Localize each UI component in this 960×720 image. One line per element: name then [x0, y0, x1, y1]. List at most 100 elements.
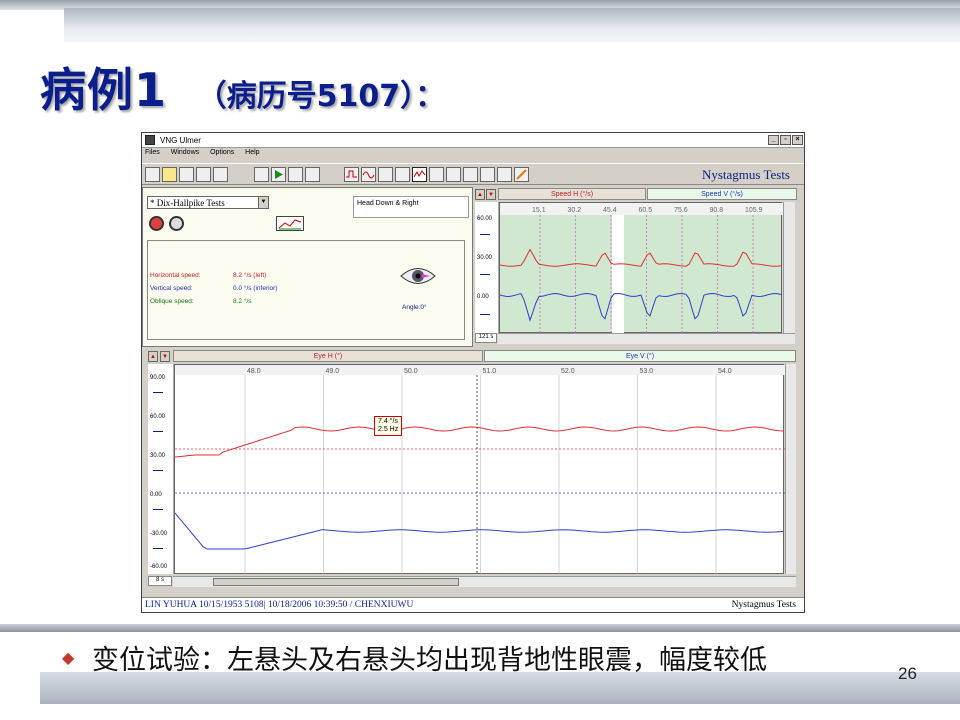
- minimize-button[interactable]: _: [768, 135, 779, 145]
- upper-xtick-label: 90.8: [710, 207, 724, 214]
- test-select[interactable]: * Dix-Hallpike Tests ▼: [147, 196, 269, 209]
- eye-icon: [400, 268, 436, 284]
- page-number: 26: [898, 664, 917, 683]
- new-file-icon[interactable]: [145, 167, 160, 182]
- oblique-speed-label: Oblique speed:: [150, 298, 194, 305]
- angle-label: Angle:0°: [402, 304, 427, 311]
- slide-title-main: 病例1: [40, 63, 168, 117]
- lower-xtick-label: 52.0: [561, 368, 575, 375]
- lower-horizontal-scrollbar[interactable]: [173, 576, 796, 587]
- position-label: Head Down & Right: [353, 196, 469, 218]
- print-icon[interactable]: [179, 167, 194, 182]
- clock-button[interactable]: [169, 216, 184, 231]
- upper-y-axis: 60.00 30.00 0.00: [475, 202, 499, 333]
- horizontal-speed-label: Horizontal speed:: [150, 272, 201, 279]
- upper-ytick-dash: [480, 234, 490, 235]
- saccade-icon[interactable]: [378, 167, 393, 182]
- upper-speed-h-trace: [499, 248, 783, 267]
- bottom-band: [0, 624, 960, 632]
- report-icon[interactable]: [463, 167, 478, 182]
- calibrate-icon[interactable]: [288, 167, 303, 182]
- lower-ytick-dash: [153, 431, 163, 432]
- upper-speed-v-trace: [499, 292, 783, 322]
- lower-time-scale[interactable]: 8 s: [148, 576, 172, 586]
- tab-eye-h[interactable]: Eye H (°): [173, 350, 483, 362]
- tooltip-frequency: 2.5 Hz: [378, 426, 399, 433]
- lower-eye-h-trace: [174, 426, 784, 458]
- status-patient-info: LIN YUHUA 10/15/1953 5108| 10/18/2006 10…: [145, 600, 414, 610]
- toolbar: Nystagmus Tests: [142, 163, 804, 185]
- upper-xtick-label: 45.4: [603, 207, 617, 214]
- upper-horizontal-scrollbar[interactable]: [498, 333, 795, 344]
- menu-files[interactable]: Files: [145, 149, 160, 156]
- lower-xtick-label: 48.0: [247, 368, 261, 375]
- lower-vertical-scrollbar[interactable]: [785, 364, 796, 574]
- grid-icon[interactable]: [395, 167, 410, 182]
- lower-xtick-label: 49.0: [326, 368, 340, 375]
- lower-up-arrow-icon[interactable]: ▲: [148, 351, 158, 362]
- menubar: Files Windows Options Help: [142, 149, 804, 161]
- tab-eye-v[interactable]: Eye V (°): [484, 350, 796, 362]
- caloric-icon[interactable]: [446, 167, 461, 182]
- cursor-tooltip: 7.4 °/s 2.5 Hz: [374, 416, 403, 436]
- upper-speed-chart: 15.1 30.2 45.4 60.5 75.6 90.8 105.9: [499, 203, 783, 334]
- upper-down-arrow-icon[interactable]: ▼: [486, 189, 496, 200]
- lower-xaxis-band: [175, 365, 785, 375]
- lower-ytick-dash: [153, 392, 163, 393]
- app-icon: [145, 135, 155, 145]
- lower-ytick-dash: [153, 548, 163, 549]
- bullet-text-row: ◆ 变位试验：左悬头及右悬头均出现背地性眼震，幅度较低: [62, 638, 767, 677]
- upper-time-scale[interactable]: 121 s: [475, 333, 497, 343]
- chevron-down-icon[interactable]: ▼: [258, 197, 268, 208]
- lower-down-arrow-icon[interactable]: ▼: [160, 351, 170, 362]
- restore-button[interactable]: ▫: [780, 135, 791, 145]
- upper-vertical-scrollbar[interactable]: [783, 202, 795, 333]
- upper-xtick-label: 105.9: [745, 207, 763, 214]
- lower-chart: 48.0 49.0 50.0 51.0 52.0 53.0 54.0: [174, 364, 785, 575]
- close-button[interactable]: ×: [792, 135, 803, 145]
- upper-xtick-label: 30.2: [568, 207, 582, 214]
- vertical-speed-label: Vertical speed:: [150, 285, 193, 292]
- upper-ytick: 0.00: [477, 294, 489, 300]
- lower-ytick: 30.00: [150, 453, 166, 459]
- open-folder-icon[interactable]: [162, 167, 177, 182]
- tooltip-speed: 7.4 °/s: [378, 418, 398, 425]
- lower-ytick-dash: [153, 470, 163, 471]
- target-icon[interactable]: [254, 167, 269, 182]
- lower-eye-v-trace: [174, 512, 784, 550]
- tab-speed-v[interactable]: Speed V (°/s): [647, 188, 797, 200]
- play-icon[interactable]: [271, 167, 286, 182]
- tab-speed-h[interactable]: Speed H (°/s): [498, 188, 646, 200]
- toolbar-title: Nystagmus Tests: [701, 167, 790, 182]
- status-mode: Nystagmus Tests: [731, 600, 796, 610]
- chart-toggle-icon[interactable]: [276, 216, 304, 231]
- lower-y-axis: 90.00 60.00 30.00 0.00 -30.00 -60.00: [148, 364, 174, 574]
- record-icon[interactable]: [480, 167, 495, 182]
- square-wave-icon[interactable]: [344, 167, 359, 182]
- lower-eye-chart: 48.0 49.0 50.0 51.0 52.0 53.0 54.0: [174, 365, 785, 575]
- window-titlebar: VNG Ulmer _ ▫ ×: [142, 133, 804, 148]
- edit-icon[interactable]: [196, 167, 211, 182]
- lower-ytick: -60.00: [150, 564, 168, 570]
- bottom-band-white: [0, 704, 960, 720]
- readings-box: Horizontal speed: 8.2 °/s (left) Vertica…: [147, 240, 465, 340]
- lower-xtick-label: 53.0: [640, 368, 654, 375]
- settings-icon[interactable]: [497, 167, 512, 182]
- menu-options[interactable]: Options: [210, 149, 234, 156]
- slide-title: 病例1 （病历号5107）：: [40, 54, 445, 120]
- slide-title-sub: （病历号5107）：: [196, 79, 446, 114]
- sine-wave-icon[interactable]: [361, 167, 376, 182]
- menu-windows[interactable]: Windows: [171, 149, 199, 156]
- menu-help[interactable]: Help: [245, 149, 259, 156]
- positional-icon[interactable]: [429, 167, 444, 182]
- upper-up-arrow-icon[interactable]: ▲: [475, 189, 485, 200]
- tools-icon[interactable]: [514, 167, 529, 182]
- nystagmus-icon[interactable]: [412, 167, 427, 182]
- camera-icon[interactable]: [305, 167, 320, 182]
- bullet-icon: ◆: [62, 648, 75, 667]
- vng-window: VNG Ulmer _ ▫ × Files Windows Options He…: [141, 132, 805, 613]
- record-button[interactable]: [149, 216, 164, 231]
- copy-icon[interactable]: [213, 167, 228, 182]
- upper-ytick: 30.00: [477, 255, 493, 261]
- lower-scroll-thumb[interactable]: [213, 578, 459, 586]
